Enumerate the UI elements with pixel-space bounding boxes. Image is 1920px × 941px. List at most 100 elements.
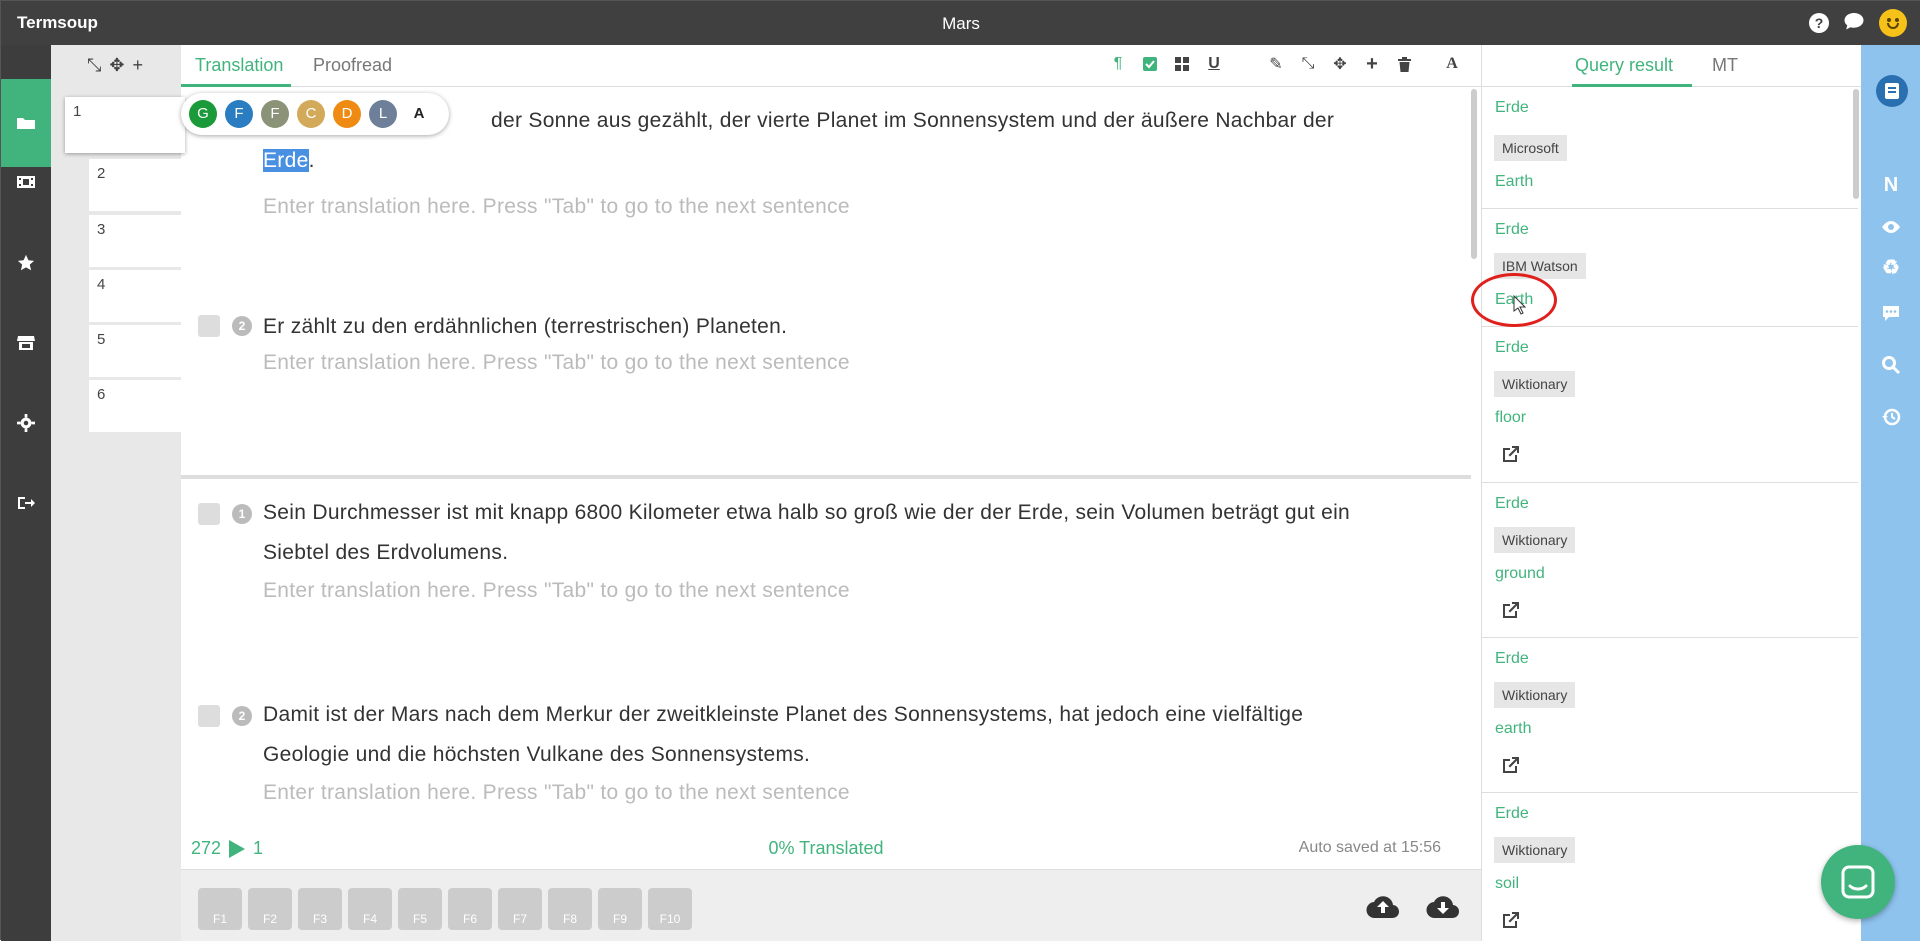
- query-panel: Query result MT Erde Microsoft Earth Erd…: [1481, 45, 1862, 941]
- segment-badge: 2: [232, 706, 252, 726]
- segment-list: ⤡ ✥ + 1 2 3 4 5 6: [51, 45, 185, 941]
- lang-option-c[interactable]: C: [297, 100, 325, 128]
- tab-proofread[interactable]: Proofread: [313, 55, 392, 76]
- pilcrow-icon[interactable]: ¶: [1109, 55, 1127, 73]
- result-term[interactable]: floor: [1495, 409, 1526, 427]
- query-result-card[interactable]: Erde Wiktionary earth: [1482, 638, 1858, 793]
- fkey-button[interactable]: F1: [198, 888, 242, 930]
- source-text: Damit ist der Mars nach dem Merkur der z…: [263, 703, 1304, 766]
- search-icon[interactable]: [1861, 345, 1920, 385]
- result-term[interactable]: Earth: [1495, 173, 1533, 191]
- external-link-icon[interactable]: [1500, 599, 1522, 621]
- underline-icon[interactable]: U: [1205, 55, 1223, 73]
- pencil-icon[interactable]: ✎: [1267, 55, 1285, 73]
- star-icon[interactable]: [1, 238, 51, 288]
- result-term[interactable]: earth: [1495, 720, 1531, 738]
- store-icon[interactable]: [1, 318, 51, 368]
- gear-icon[interactable]: [1, 398, 51, 448]
- result-term[interactable]: ground: [1495, 565, 1545, 583]
- editor-toolbar: ¶ U ✎ ⤡ ✥ + A: [1109, 53, 1461, 75]
- lang-option-f-blue[interactable]: F: [225, 100, 253, 128]
- tab-mt[interactable]: MT: [1712, 55, 1738, 76]
- compress-icon[interactable]: ⤡: [87, 55, 101, 76]
- translation-input[interactable]: Enter translation here. Press "Tab" to g…: [263, 781, 850, 805]
- editor-tabs: Translation Proofread ¶ U ✎ ⤡ ✥ + A: [181, 45, 1481, 87]
- segment-thumb-5[interactable]: 5: [89, 325, 181, 377]
- fkey-button[interactable]: F10: [648, 888, 692, 930]
- font-icon[interactable]: A: [1443, 55, 1461, 73]
- source-text: Sein Durchmesser ist mit knapp 6800 Kilo…: [263, 501, 1351, 564]
- tab-query-result[interactable]: Query result: [1575, 55, 1673, 76]
- query-result-card[interactable]: Erde Wiktionary floor: [1482, 327, 1858, 483]
- move-icon[interactable]: ✥: [1331, 55, 1349, 73]
- notebook-icon[interactable]: [1876, 75, 1908, 107]
- cloud-download-icon[interactable]: [1426, 892, 1460, 920]
- plus-icon[interactable]: +: [1363, 53, 1381, 75]
- checkbox-icon[interactable]: [1141, 55, 1159, 73]
- highlighted-term[interactable]: Erde: [263, 149, 309, 172]
- move-icon[interactable]: ✥: [109, 55, 124, 76]
- editor-scrollbar[interactable]: [1471, 89, 1477, 259]
- translation-input[interactable]: Enter translation here. Press "Tab" to g…: [263, 579, 850, 603]
- segment-thumb-6[interactable]: 6: [89, 380, 181, 432]
- query-result-card[interactable]: Erde Wiktionary soil: [1482, 793, 1858, 941]
- query-result-card[interactable]: Erde Microsoft Earth: [1482, 89, 1858, 209]
- translated-percent: 0% Translated: [768, 838, 884, 858]
- segment-thumb-3[interactable]: 3: [89, 215, 181, 267]
- comment-icon[interactable]: [1861, 293, 1920, 333]
- help-icon[interactable]: ?: [1809, 13, 1829, 33]
- plus-icon[interactable]: +: [133, 55, 144, 76]
- eye-icon[interactable]: [1861, 207, 1920, 247]
- translation-input[interactable]: Enter translation here. Press "Tab" to g…: [263, 351, 850, 375]
- active-tab-underline: [181, 84, 291, 87]
- film-icon[interactable]: [1, 157, 51, 207]
- segment-thumb-4[interactable]: 4: [89, 270, 181, 322]
- lang-option-l[interactable]: L: [369, 100, 397, 128]
- provider-badge: Wiktionary: [1494, 527, 1576, 553]
- segment-checkbox[interactable]: [198, 503, 220, 525]
- fkey-button[interactable]: F2: [248, 888, 292, 930]
- fkey-button[interactable]: F8: [548, 888, 592, 930]
- compress-icon[interactable]: ⤡: [1299, 55, 1317, 73]
- recycle-icon[interactable]: ♻: [1861, 247, 1920, 287]
- history-icon[interactable]: [1861, 397, 1920, 437]
- result-term[interactable]: soil: [1495, 875, 1519, 893]
- fkey-button[interactable]: F4: [348, 888, 392, 930]
- lang-option-f-olive[interactable]: F: [261, 100, 289, 128]
- segment-checkbox[interactable]: [198, 705, 220, 727]
- segment-badge: 1: [232, 504, 252, 524]
- trash-icon[interactable]: [1395, 55, 1413, 73]
- lang-option-a[interactable]: A: [405, 100, 433, 128]
- fkey-button[interactable]: F3: [298, 888, 342, 930]
- fkey-button[interactable]: F9: [598, 888, 642, 930]
- fkey-button[interactable]: F7: [498, 888, 542, 930]
- segment-thumb-2[interactable]: 2: [89, 159, 181, 211]
- title-bar: Termsoup Mars ?: [1, 1, 1920, 45]
- folder-icon[interactable]: [1, 79, 51, 167]
- tab-translation[interactable]: Translation: [195, 55, 283, 76]
- lang-option-d[interactable]: D: [333, 100, 361, 128]
- cloud-upload-icon[interactable]: [1366, 892, 1400, 920]
- mouse-cursor-icon: [1513, 295, 1527, 315]
- external-link-icon[interactable]: [1500, 443, 1522, 465]
- support-chat-button[interactable]: [1821, 845, 1895, 919]
- segment-checkbox[interactable]: [198, 315, 220, 337]
- external-link-icon[interactable]: [1500, 909, 1522, 931]
- right-rail: N ♻: [1861, 45, 1920, 941]
- query-result-card[interactable]: Erde Wiktionary ground: [1482, 483, 1858, 638]
- grid-icon[interactable]: [1173, 55, 1191, 73]
- source-text: Er zählt zu den erdähnlichen (terrestris…: [263, 315, 788, 338]
- chat-icon[interactable]: [1843, 11, 1865, 36]
- lang-option-g[interactable]: G: [189, 100, 217, 128]
- fkey-button[interactable]: F6: [448, 888, 492, 930]
- external-link-icon[interactable]: [1500, 754, 1522, 776]
- translation-input[interactable]: Enter translation here. Press "Tab" to g…: [263, 195, 850, 219]
- n-icon[interactable]: N: [1861, 165, 1920, 205]
- status-bar: 272 1 0% Translated Auto saved at 15:56: [181, 835, 1471, 865]
- logout-icon[interactable]: [1, 478, 51, 528]
- smiley-icon[interactable]: [1879, 9, 1907, 37]
- provider-badge: Wiktionary: [1494, 371, 1576, 397]
- fkey-button[interactable]: F5: [398, 888, 442, 930]
- segment-thumb-1[interactable]: 1: [65, 97, 185, 153]
- language-picker-popover: G F F C D L A: [181, 93, 449, 135]
